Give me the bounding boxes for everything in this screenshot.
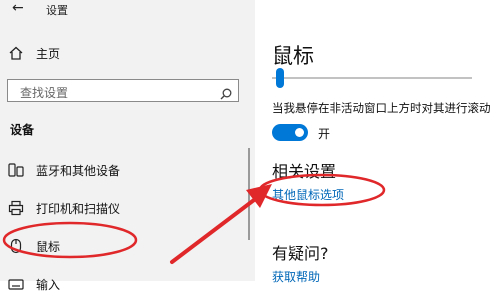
sidebar: ← 设置 主页 查找设置 设备 蓝牙和其他设备 打印机和扫描仪 鼠标 输入 <box>0 0 255 292</box>
section-heading-devices: 设备 <box>10 123 35 137</box>
get-help-link[interactable]: 获取帮助 <box>272 268 320 285</box>
slider-thumb[interactable] <box>276 68 284 88</box>
home-link[interactable]: 主页 <box>36 45 60 62</box>
keyboard-icon <box>8 276 24 296</box>
page-title: 鼠标 <box>272 44 314 68</box>
scroll-inactive-toggle[interactable] <box>272 124 308 141</box>
cursor-speed-slider[interactable] <box>272 77 472 79</box>
search-icon[interactable] <box>220 85 232 104</box>
sidebar-item-mouse[interactable]: 鼠标 <box>0 230 245 262</box>
printer-icon <box>8 200 24 220</box>
devices-icon <box>8 162 24 182</box>
sidebar-item-input[interactable]: 输入 <box>0 268 245 300</box>
search-placeholder: 查找设置 <box>20 86 69 100</box>
other-mouse-options-link[interactable]: 其他鼠标选项 <box>272 186 344 203</box>
question-heading: 有疑问? <box>272 244 329 263</box>
sidebar-item-label: 输入 <box>36 278 61 292</box>
sidebar-item-label: 蓝牙和其他设备 <box>36 164 121 178</box>
home-icon <box>8 45 24 65</box>
toggle-state-label: 开 <box>318 127 331 141</box>
sidebar-scrollbar[interactable] <box>248 148 250 240</box>
back-arrow-icon[interactable]: ← <box>12 0 24 16</box>
mouse-icon <box>8 238 24 258</box>
sidebar-item-label: 鼠标 <box>36 240 61 254</box>
sidebar-item-printers[interactable]: 打印机和扫描仪 <box>0 192 245 224</box>
toggle-knob <box>295 128 304 137</box>
sidebar-item-label: 打印机和扫描仪 <box>36 202 121 216</box>
window-title: 设置 <box>46 4 68 17</box>
search-input[interactable]: 查找设置 <box>7 79 239 102</box>
related-settings-heading: 相关设置 <box>272 162 337 181</box>
sidebar-item-bluetooth[interactable]: 蓝牙和其他设备 <box>0 154 245 186</box>
scroll-inactive-label: 当我悬停在非活动窗口上方时对其进行滚动 <box>272 101 491 115</box>
